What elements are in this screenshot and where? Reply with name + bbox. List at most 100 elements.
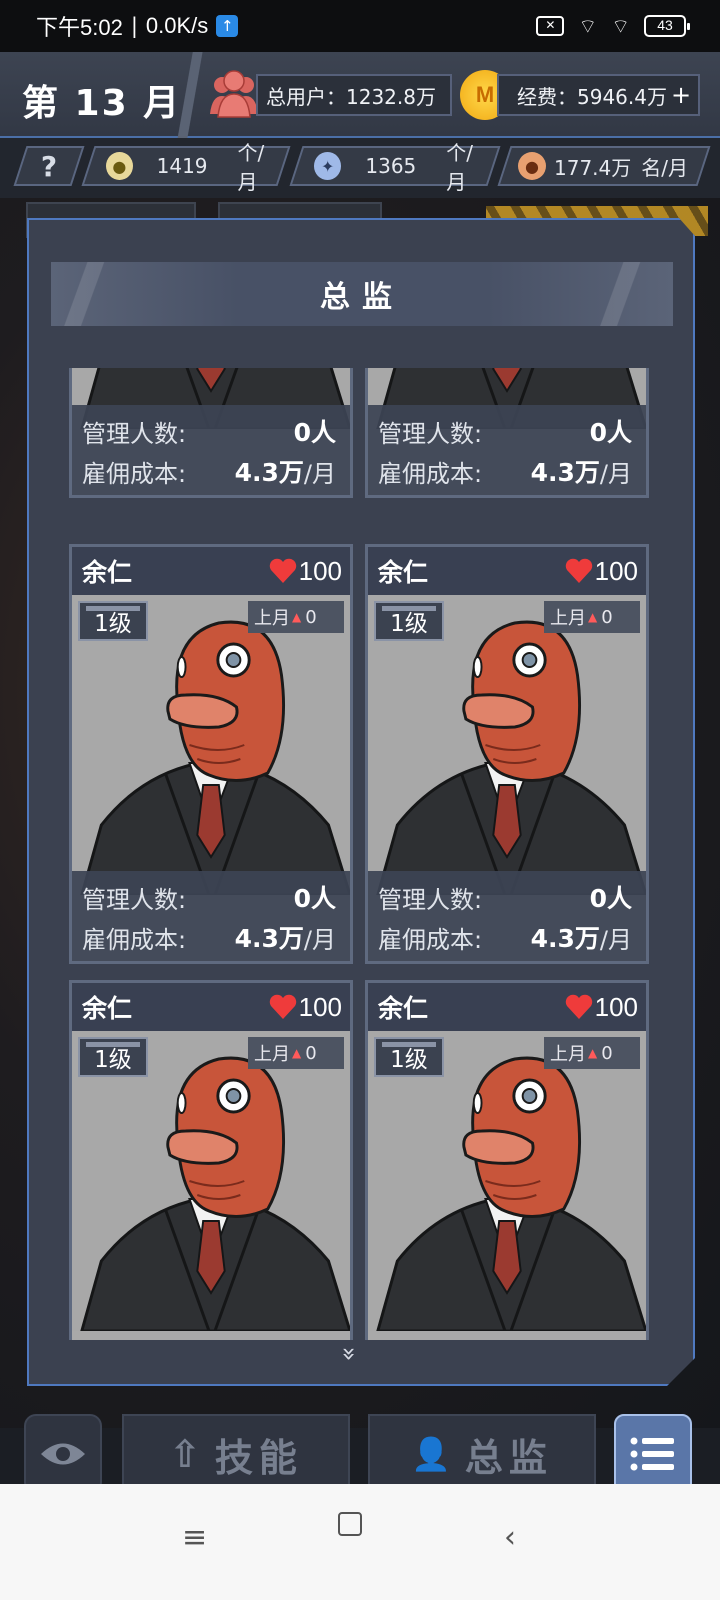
manage-count-value: 0人 (293, 884, 336, 913)
menu-button[interactable] (614, 1414, 692, 1494)
last-month-label: 上月 (550, 1044, 586, 1065)
modal-title: 总监 (51, 262, 673, 326)
heart-icon (269, 994, 296, 1019)
director-name: 余仁 (82, 558, 133, 587)
ideas-stat: ● 1419 个/月 (81, 141, 291, 194)
card-header: 余仁 100 (368, 983, 646, 1031)
upload-icon: ↑ (216, 15, 239, 37)
skill-button[interactable]: ⇧ 技能 (122, 1414, 350, 1494)
manage-count-label: 管理人数: (378, 419, 483, 448)
hire-cost-value: 4.3万 (234, 458, 304, 487)
help-button[interactable]: ? (13, 146, 85, 186)
manage-count-label: 管理人数: (82, 885, 187, 914)
sim-off-icon: ✕ (536, 16, 565, 36)
health-value-wrap: 100 (565, 556, 638, 587)
director-button[interactable]: 👤 总监 (368, 1414, 596, 1494)
system-nav-bar: ≡ ‹ (0, 1484, 720, 1600)
wifi-icon: ⌔ (611, 13, 630, 38)
total-users-value: 1232.8万 (346, 84, 436, 109)
card-footer: 管理人数: 0人 雇佣成本: 4.3万/月 (72, 871, 350, 961)
card-header: 余仁 100 (72, 547, 350, 595)
menu-icon (630, 1437, 674, 1471)
total-users-label: 总用户： (266, 84, 346, 109)
director-card[interactable]: 管理人数: 0人 雇佣成本: 4.3万/月 (365, 368, 649, 498)
director-card[interactable]: 余仁 100 1级 上月 ▲ 0 (365, 980, 649, 1340)
last-month-badge: 上月 ▲ 0 (248, 601, 344, 633)
wifi-plus-icon: ⌔ (578, 13, 598, 38)
manage-count-label: 管理人数: (82, 419, 187, 448)
total-users-pill: 总用户： 1232.8万 (256, 74, 452, 116)
status-bar: 下午5:02 | 0.0K/s ↑ ✕ ⌔ ⌔ 43 (0, 0, 720, 52)
person-icon: ● (518, 152, 546, 180)
manage-count-value: 0人 (589, 418, 632, 447)
health-value: 100 (298, 991, 342, 1022)
last-month-label: 上月 (550, 608, 586, 629)
level-badge: 1级 (78, 601, 148, 641)
hire-cost-unit: /月 (599, 459, 632, 488)
hire-cost-unit: /月 (303, 459, 336, 488)
battery-icon: 43 (644, 15, 690, 37)
director-list[interactable]: 管理人数: 0人 雇佣成本: 4.3万/月 管理人数: 0人 雇佣成本: 4.3万/月 … (67, 368, 661, 1340)
recent-apps-icon[interactable]: ≡ (182, 1520, 207, 1555)
hire-cost-unit: /月 (599, 925, 632, 954)
manage-count-value: 0人 (589, 884, 632, 913)
last-month-badge: 上月 ▲ 0 (248, 1037, 344, 1069)
director-modal: 总监 管理人数: 0人 雇佣成本: 4.3万/月 管理人数: 0人 雇佣成本: 4.3万… (27, 218, 695, 1386)
last-month-label: 上月 (254, 608, 290, 629)
card-header: 余仁 100 (72, 983, 350, 1031)
hire-cost-value: 4.3万 (530, 924, 600, 953)
hire-cost-label: 雇佣成本: (378, 925, 483, 954)
card-header: 余仁 100 (368, 547, 646, 595)
director-card[interactable]: 余仁 100 1级 上月 ▲ 0 管理人数: 0人 雇佣成本: 4.3万/月 (69, 544, 353, 964)
manage-count-value: 0人 (293, 418, 336, 447)
resource-stats: ? ● 1419 个/月 ✦ 1365 个/月 ● 177.4万 名/月 (0, 138, 720, 198)
last-month-value: 0 (601, 606, 613, 628)
manager-icon: 👤 (411, 1435, 457, 1473)
last-month-value: 0 (305, 606, 317, 628)
tools-unit: 个/月 (446, 141, 474, 194)
director-name: 余仁 (378, 994, 429, 1023)
back-icon[interactable]: ‹ (504, 1520, 516, 1555)
funds-value: 5946.4万 (577, 84, 667, 109)
tools-value: 1365 (365, 154, 417, 178)
scroll-more-icon[interactable]: » (335, 1347, 363, 1362)
manage-count-label: 管理人数: (378, 885, 483, 914)
heart-icon (565, 558, 592, 583)
last-month-label: 上月 (254, 1044, 290, 1065)
director-label: 总监 (464, 1435, 553, 1480)
up-arrow-icon: ▲ (292, 610, 302, 624)
people-value: 177.4万 (554, 155, 632, 180)
ideas-unit: 个/月 (237, 141, 265, 194)
home-icon[interactable] (338, 1512, 362, 1536)
eye-icon (41, 1443, 85, 1465)
up-arrow-icon: ▲ (292, 1046, 302, 1060)
director-name: 余仁 (378, 558, 429, 587)
bottom-toolbar: ⇧ 技能 👤 总监 (0, 1396, 720, 1494)
level-badge: 1级 (374, 1037, 444, 1077)
card-footer: 管理人数: 0人 雇佣成本: 4.3万/月 (72, 405, 350, 495)
director-card[interactable]: 余仁 100 1级 上月 ▲ 0 管理人数: 0人 雇佣成本: 4.3万/月 (365, 544, 649, 964)
director-name: 余仁 (82, 994, 133, 1023)
view-toggle-button[interactable] (24, 1414, 102, 1494)
level-badge: 1级 (78, 1037, 148, 1077)
health-value: 100 (594, 555, 638, 586)
hire-cost-label: 雇佣成本: (82, 925, 187, 954)
hire-cost-unit: /月 (303, 925, 336, 954)
hire-cost-label: 雇佣成本: (82, 459, 187, 488)
funds-pill[interactable]: 经费： 5946.4万 + (497, 74, 700, 116)
hire-cost-label: 雇佣成本: (378, 459, 483, 488)
help-icon: ? (40, 149, 58, 183)
up-arrow-icon: ▲ (588, 1046, 598, 1060)
director-card[interactable]: 管理人数: 0人 雇佣成本: 4.3万/月 (69, 368, 353, 498)
hire-cost-value: 4.3万 (234, 924, 304, 953)
status-divider: | (130, 14, 138, 38)
last-month-badge: 上月 ▲ 0 (544, 1037, 640, 1069)
last-month-value: 0 (601, 1042, 613, 1064)
last-month-badge: 上月 ▲ 0 (544, 601, 640, 633)
director-card[interactable]: 余仁 100 1级 上月 ▲ 0 (69, 980, 353, 1340)
add-funds-button[interactable]: + (671, 81, 691, 109)
health-value-wrap: 100 (565, 992, 638, 1023)
heart-icon (565, 994, 592, 1019)
skill-label: 技能 (214, 1435, 303, 1480)
people-stat: ● 177.4万 名/月 (497, 146, 711, 186)
